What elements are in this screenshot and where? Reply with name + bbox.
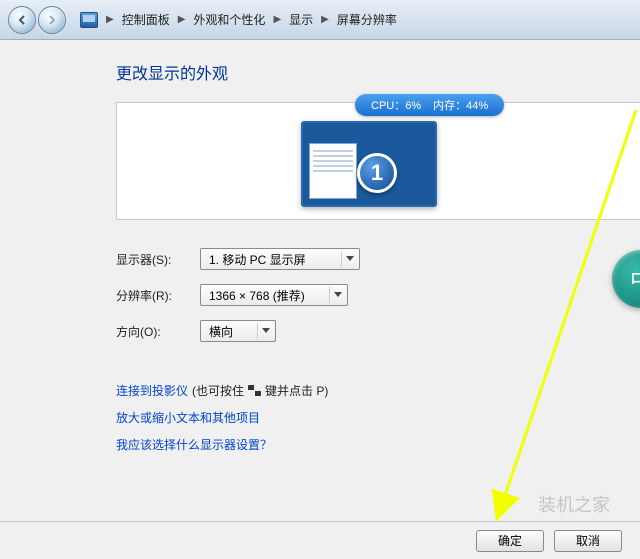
chevron-right-icon: ▶ <box>174 14 190 25</box>
monitor-preview-area: CPU：6% 内存：44% 1 <box>116 102 640 220</box>
toolbar: ▶ 控制面板 ▶ 外观和个性化 ▶ 显示 ▶ 屏幕分辨率 <box>0 0 640 40</box>
orientation-dropdown[interactable]: 横向 <box>200 320 276 342</box>
resolution-value: 1366 × 768 (推荐) <box>209 287 305 304</box>
projector-note: (也可按住 <box>192 382 244 399</box>
ok-button[interactable]: 确定 <box>476 530 544 552</box>
resolution-dropdown[interactable]: 1366 × 768 (推荐) <box>200 284 348 306</box>
chevron-right-icon: ▶ <box>102 14 118 25</box>
nav-buttons <box>8 6 66 34</box>
breadcrumb-item[interactable]: 显示 <box>289 11 313 28</box>
chevron-right-icon: ▶ <box>269 14 285 25</box>
memory-usage: 内存：44% <box>433 97 488 113</box>
breadcrumb: ▶ 控制面板 ▶ 外观和个性化 ▶ 显示 ▶ 屏幕分辨率 <box>80 11 397 28</box>
display-label: 显示器(S): <box>116 251 200 268</box>
monitor-thumbnail[interactable]: 1 <box>301 121 437 207</box>
which-display-link[interactable]: 我应该选择什么显示器设置？ <box>116 436 272 453</box>
display-dropdown[interactable]: 1. 移动 PC 显示屏 <box>200 248 360 270</box>
chevron-down-icon <box>341 251 357 267</box>
windows-key-icon <box>248 385 261 396</box>
chevron-down-icon <box>329 287 345 303</box>
display-value: 1. 移动 PC 显示屏 <box>209 251 306 268</box>
arrow-left-icon <box>16 14 28 26</box>
orientation-value: 横向 <box>209 323 233 340</box>
button-bar: 确定 取消 <box>0 521 640 559</box>
monitor-icon <box>80 12 98 28</box>
projector-link[interactable]: 连接到投影仪 <box>116 382 188 399</box>
cancel-button[interactable]: 取消 <box>554 530 622 552</box>
chevron-down-icon <box>257 323 273 339</box>
monitor-id-badge: 1 <box>357 153 397 193</box>
breadcrumb-item[interactable]: 控制面板 <box>122 11 170 28</box>
arrow-right-icon <box>46 14 58 26</box>
content-area: 更改显示的外观 CPU：6% 内存：44% 1 显示器(S): 1. 移动 PC… <box>0 40 640 521</box>
chevron-right-icon: ▶ <box>317 14 333 25</box>
links-section: 连接到投影仪 (也可按住 键并点击 P) 放大或缩小文本和其他项目 我应该选择什… <box>116 382 640 453</box>
system-status-pill: CPU：6% 内存：44% <box>355 94 504 116</box>
forward-button[interactable] <box>38 6 66 34</box>
monitor-screen-icon <box>309 143 357 199</box>
breadcrumb-item[interactable]: 屏幕分辨率 <box>337 11 397 28</box>
settings-form: 显示器(S): 1. 移动 PC 显示屏 分辨率(R): 1366 × 768 … <box>116 248 640 342</box>
breadcrumb-item[interactable]: 外观和个性化 <box>193 11 265 28</box>
text-size-link[interactable]: 放大或缩小文本和其他项目 <box>116 409 260 426</box>
orientation-label: 方向(O): <box>116 323 200 340</box>
back-button[interactable] <box>8 6 36 34</box>
cpu-usage: CPU：6% <box>371 97 421 113</box>
resolution-label: 分辨率(R): <box>116 287 200 304</box>
page-title: 更改显示的外观 <box>116 60 640 84</box>
projector-note-2: 键并点击 P) <box>265 382 328 399</box>
